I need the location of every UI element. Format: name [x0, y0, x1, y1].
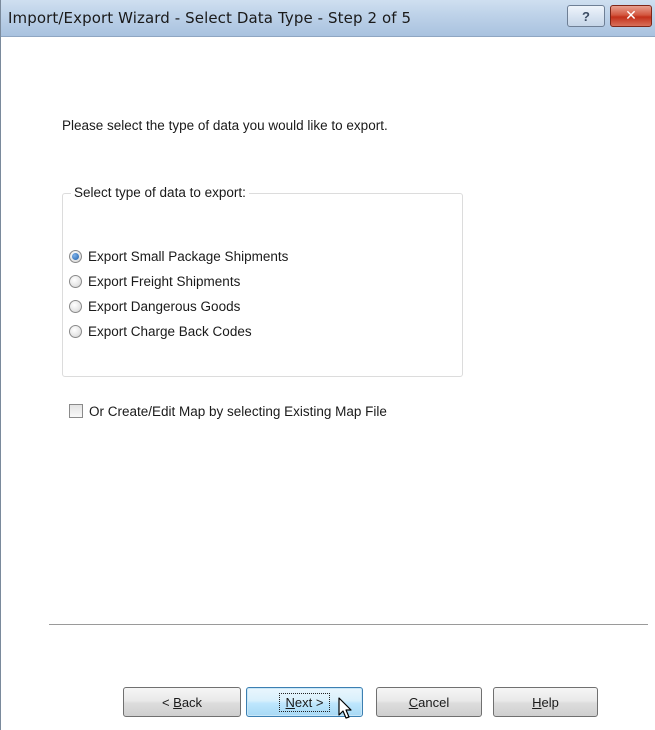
radio-button[interactable] — [69, 274, 82, 288]
back-button-label: < Back — [161, 694, 203, 710]
cancel-button-label: Cancel — [408, 694, 450, 710]
radio-option-freight[interactable]: Export Freight Shipments — [69, 272, 240, 290]
radio-button[interactable] — [69, 324, 82, 338]
radio-label: Export Small Package Shipments — [88, 248, 289, 264]
radio-option-charge-back[interactable]: Export Charge Back Codes — [69, 322, 252, 340]
next-button-label: Next > — [278, 692, 331, 712]
radio-button[interactable] — [69, 299, 82, 313]
back-button[interactable]: < Back — [123, 687, 241, 717]
window-title: Import/Export Wizard - Select Data Type … — [8, 9, 412, 27]
title-help-button[interactable]: ? — [567, 5, 605, 27]
radio-button[interactable] — [69, 249, 82, 263]
question-mark-icon: ? — [582, 8, 590, 24]
cancel-button[interactable]: Cancel — [376, 687, 482, 717]
help-button-label: Help — [532, 694, 559, 710]
footer-divider — [49, 624, 648, 625]
map-file-option[interactable]: Or Create/Edit Map by selecting Existing… — [69, 402, 387, 420]
instruction-text: Please select the type of data you would… — [62, 118, 388, 133]
title-close-button[interactable]: ✕ — [610, 5, 652, 27]
close-icon: ✕ — [625, 8, 637, 24]
map-file-checkbox[interactable] — [69, 404, 83, 418]
radio-label: Export Freight Shipments — [88, 273, 241, 289]
mouse-pointer-icon — [338, 697, 352, 719]
help-button[interactable]: Help — [493, 687, 598, 717]
radio-option-small-package[interactable]: Export Small Package Shipments — [69, 247, 288, 265]
radio-label: Export Charge Back Codes — [88, 323, 252, 339]
radio-option-dangerous-goods[interactable]: Export Dangerous Goods — [69, 297, 240, 315]
groupbox-label: Select type of data to export: — [71, 185, 249, 200]
map-file-label: Or Create/Edit Map by selecting Existing… — [89, 403, 387, 419]
title-bar[interactable]: Import/Export Wizard - Select Data Type … — [1, 0, 655, 37]
wizard-window: Import/Export Wizard - Select Data Type … — [0, 0, 655, 730]
radio-label: Export Dangerous Goods — [88, 298, 241, 314]
